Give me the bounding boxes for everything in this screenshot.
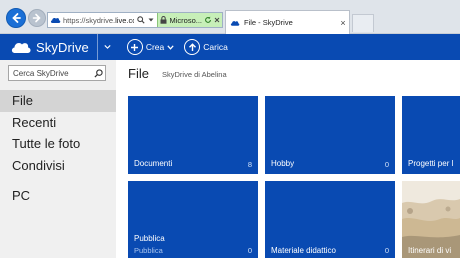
sidebar-item-file[interactable]: File [0, 90, 116, 112]
new-tab-button[interactable] [352, 14, 374, 32]
brand-name: SkyDrive [36, 39, 89, 55]
folder-sharing-label: Pubblica [134, 246, 163, 255]
lock-icon [160, 16, 167, 24]
brand-menu-button[interactable] [96, 34, 111, 60]
close-icon[interactable] [214, 17, 220, 23]
browser-chrome: https://skydrive.live.co Microso... File… [0, 0, 460, 34]
skydrive-favicon-icon [230, 20, 240, 26]
search-input[interactable]: Cerca SkyDrive [9, 69, 91, 78]
sidebar-item-condivisi[interactable]: Condivisi [0, 155, 116, 177]
folder-name: Progetti per l [408, 159, 454, 168]
search-icon[interactable] [91, 66, 105, 80]
sidebar-item-pc[interactable]: PC [0, 185, 116, 207]
folder-tile-progetti[interactable]: Progetti per l [402, 96, 460, 174]
forward-button[interactable] [28, 9, 46, 27]
sidebar-item-recenti[interactable]: Recenti [0, 112, 116, 134]
address-url-prefix: https://skydrive. [63, 15, 116, 25]
folder-name: Documenti [134, 159, 173, 168]
folder-name: Pubblica [134, 234, 165, 243]
chevron-down-icon [167, 44, 174, 50]
plus-icon [126, 39, 143, 55]
sidebar-item-tutte-le-foto[interactable]: Tutte le foto [0, 133, 116, 155]
folder-count: 0 [247, 246, 252, 255]
folder-tile-documenti[interactable]: Documenti 8 [128, 96, 258, 174]
create-label: Crea [145, 42, 165, 52]
back-button[interactable] [6, 8, 26, 28]
folder-count: 0 [384, 160, 389, 169]
create-button[interactable]: Crea [126, 34, 174, 60]
skydrive-favicon-icon [50, 15, 61, 26]
refresh-icon[interactable] [204, 16, 212, 24]
upload-label: Carica [203, 42, 228, 52]
address-bar[interactable]: https://skydrive.live.co Microso... [47, 12, 223, 28]
upload-arrow-icon [184, 39, 201, 55]
address-tools [137, 16, 154, 24]
address-url-host: live.co [115, 15, 135, 25]
arrow-right-icon [32, 13, 41, 23]
search-box[interactable]: Cerca SkyDrive [8, 65, 106, 81]
folder-name: Materiale didattico [271, 246, 336, 255]
folder-tile-pubblica[interactable]: Pubblica Pubblica 0 [128, 181, 258, 258]
app-header: SkyDrive Crea Carica [0, 34, 460, 60]
certificate-label: Microso... [169, 15, 202, 25]
search-icon[interactable] [137, 16, 146, 24]
brand[interactable]: SkyDrive [10, 34, 111, 60]
tab-title: File - SkyDrive [244, 18, 293, 27]
folder-name: Hobby [271, 159, 295, 168]
folder-count: 0 [384, 246, 389, 255]
browser-tab-active[interactable]: File - SkyDrive × [225, 10, 350, 34]
folder-tile-itinerari[interactable]: Itinerari di vi [402, 181, 460, 258]
address-url[interactable]: https://skydrive.live.co [63, 16, 134, 25]
arrow-left-icon [12, 13, 21, 23]
page-subtitle[interactable]: SkyDrive di Abelina [162, 70, 227, 79]
nav-list: File Recenti Tutte le foto Condivisi PC [0, 90, 116, 207]
dropdown-arrow-icon[interactable] [148, 17, 154, 23]
folder-name: Itinerari di vi [408, 246, 452, 255]
security-certificate[interactable]: Microso... [157, 13, 222, 27]
chevron-down-icon [104, 45, 111, 49]
upload-button[interactable]: Carica [184, 34, 228, 60]
nav-divider [0, 176, 116, 185]
tab-close-button[interactable]: × [337, 18, 349, 28]
page-title: File [128, 66, 149, 81]
sidebar: Cerca SkyDrive File Recenti Tutte le fot… [0, 60, 116, 258]
main-content: File SkyDrive di Abelina Documenti 8 Hob… [116, 60, 460, 258]
cloud-icon [11, 42, 31, 53]
folder-tile-materiale-didattico[interactable]: Materiale didattico 0 [265, 181, 395, 258]
folder-tile-hobby[interactable]: Hobby 0 [265, 96, 395, 174]
folder-count: 8 [247, 160, 252, 169]
